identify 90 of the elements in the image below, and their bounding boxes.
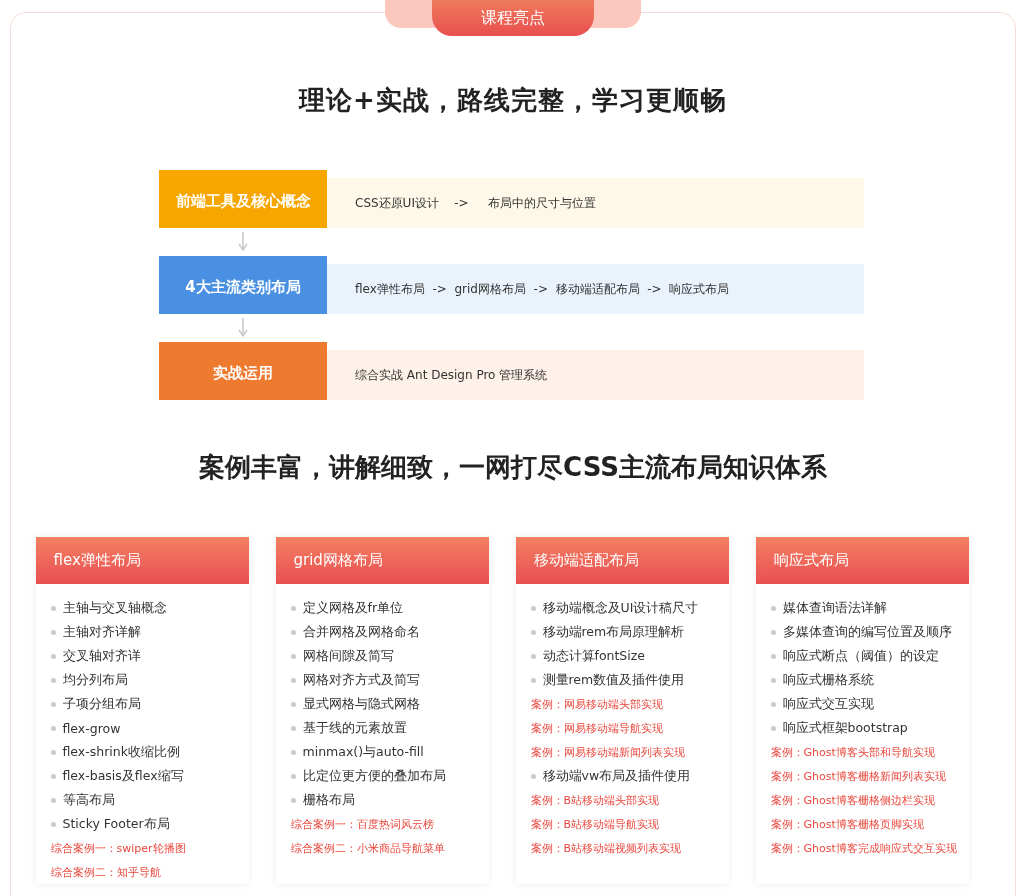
topic-text: 主轴与交叉轴概念: [62, 599, 167, 617]
step-label: 实战运用: [159, 342, 327, 400]
topic-text: Sticky Footer布局: [62, 815, 170, 833]
case-text: 综合案例二：知乎导航: [50, 864, 162, 881]
bullet-icon: [530, 677, 536, 683]
bullet-icon: [50, 821, 56, 827]
topic-text: minmax()与auto-fill: [302, 743, 424, 761]
bullet-icon: [530, 629, 536, 635]
bullet-icon: [50, 749, 56, 755]
topic-text: 移动端rem布局原理解析: [542, 623, 685, 641]
bullet-icon: [290, 605, 296, 611]
bullet-icon: [290, 773, 296, 779]
case-text: 综合案例一：百度热词风云榜: [290, 816, 435, 833]
topic-text: 显式网格与隐式网格: [302, 695, 420, 713]
card-title: 响应式布局: [755, 537, 969, 584]
topic-text: 定义网格及fr单位: [302, 599, 404, 617]
case-text: 案例：B站移动端导航实现: [530, 816, 661, 833]
bullet-icon: [290, 677, 296, 683]
topic-text: 响应式交互实现: [782, 695, 874, 713]
card-title: 移动端适配布局: [515, 537, 729, 584]
bullet-icon: [50, 629, 56, 635]
bullet-icon: [50, 725, 56, 731]
step-path: 综合实战 Ant Design Pro 管理系统: [327, 350, 864, 400]
topic-text: 均分列布局: [62, 671, 128, 689]
bullet-icon: [770, 605, 776, 611]
topic-text: 测量rem数值及插件使用: [542, 671, 685, 689]
case-text: 综合案例二：小米商品导航菜单: [290, 840, 446, 857]
bullet-icon: [290, 725, 296, 731]
case-text: 案例：B站移动端头部实现: [530, 792, 661, 809]
topic-text: 等高布局: [62, 791, 115, 809]
down-arrow-icon: [238, 318, 248, 338]
bullet-icon: [50, 773, 56, 779]
bullet-icon: [290, 797, 296, 803]
card-title: flex弹性布局: [35, 537, 249, 584]
topic-text: 合并网格及网格命名: [302, 623, 420, 641]
topic-text: flex-shrink收缩比例: [62, 743, 180, 761]
bullet-icon: [530, 773, 536, 779]
case-text: 案例：B站移动端视频列表实现: [530, 840, 683, 857]
topic-text: 比定位更方便的叠加布局: [302, 767, 446, 785]
topic-text: 基于线的元素放置: [302, 719, 407, 737]
card-title: grid网格布局: [275, 537, 489, 584]
bullet-icon: [50, 701, 56, 707]
bullet-icon: [530, 605, 536, 611]
case-text: 案例：网易移动端头部实现: [530, 696, 664, 713]
topic-text: 响应式断点（阈值）的设定: [782, 647, 939, 665]
topic-text: 网格对齐方式及简写: [302, 671, 420, 689]
case-text: 案例：Ghost博客头部和导航实现: [770, 744, 936, 761]
step-label: 前端工具及核心概念: [159, 170, 327, 228]
case-text: 案例：网易移动端导航实现: [530, 720, 664, 737]
bullet-icon: [530, 653, 536, 659]
topic-text: 响应式框架bootstrap: [782, 719, 908, 737]
step-label: 4大主流类别布局: [159, 256, 327, 314]
bullet-icon: [290, 653, 296, 659]
topic-text: 子项分组布局: [62, 695, 141, 713]
step-path: flex弹性布局 -> grid网格布局 -> 移动端适配布局 -> 响应式布局: [327, 264, 864, 314]
case-text: 案例：网易移动端新闻列表实现: [530, 744, 686, 761]
down-arrow-icon: [238, 232, 248, 252]
bullet-icon: [770, 629, 776, 635]
section-badge: 课程亮点: [432, 0, 594, 36]
topic-text: 网格间隙及简写: [302, 647, 394, 665]
bullet-icon: [770, 653, 776, 659]
bullet-icon: [290, 701, 296, 707]
topic-text: flex-grow: [62, 720, 121, 736]
topic-text: 响应式栅格系统: [782, 671, 874, 689]
bullet-icon: [290, 749, 296, 755]
subheadline: 案例丰富，讲解细致，一网打尽CSS主流布局知识体系: [199, 451, 827, 484]
case-text: 案例：Ghost博客栅格新闻列表实现: [770, 768, 947, 785]
bullet-icon: [770, 677, 776, 683]
bullet-icon: [770, 725, 776, 731]
topic-text: 动态计算fontSize: [542, 647, 646, 665]
topic-text: 移动端vw布局及插件使用: [542, 767, 691, 785]
step-path: CSS还原UI设计 -> 布局中的尺寸与位置: [327, 178, 864, 228]
bullet-icon: [50, 653, 56, 659]
headline: 理论+实战，路线完整，学习更顺畅: [299, 84, 727, 117]
topic-text: 移动端概念及UI设计稿尺寸: [542, 599, 699, 617]
bullet-icon: [50, 677, 56, 683]
case-text: 案例：Ghost博客栅格页脚实现: [770, 816, 925, 833]
case-text: 案例：Ghost博客栅格侧边栏实现: [770, 792, 936, 809]
topic-text: 栅格布局: [302, 791, 355, 809]
bullet-icon: [50, 797, 56, 803]
case-text: 综合案例一：swiper轮播图: [50, 840, 187, 857]
topic-text: 媒体查询语法详解: [782, 599, 887, 617]
bullet-icon: [50, 605, 56, 611]
topic-text: 主轴对齐详解: [62, 623, 141, 641]
case-text: 案例：Ghost博客完成响应式交互实现: [770, 840, 958, 857]
topic-text: 交叉轴对齐详: [62, 647, 141, 665]
topic-text: 多媒体查询的编写位置及顺序: [782, 623, 952, 641]
topic-text: flex-basis及flex缩写: [62, 767, 184, 785]
bullet-icon: [770, 701, 776, 707]
bullet-icon: [290, 629, 296, 635]
